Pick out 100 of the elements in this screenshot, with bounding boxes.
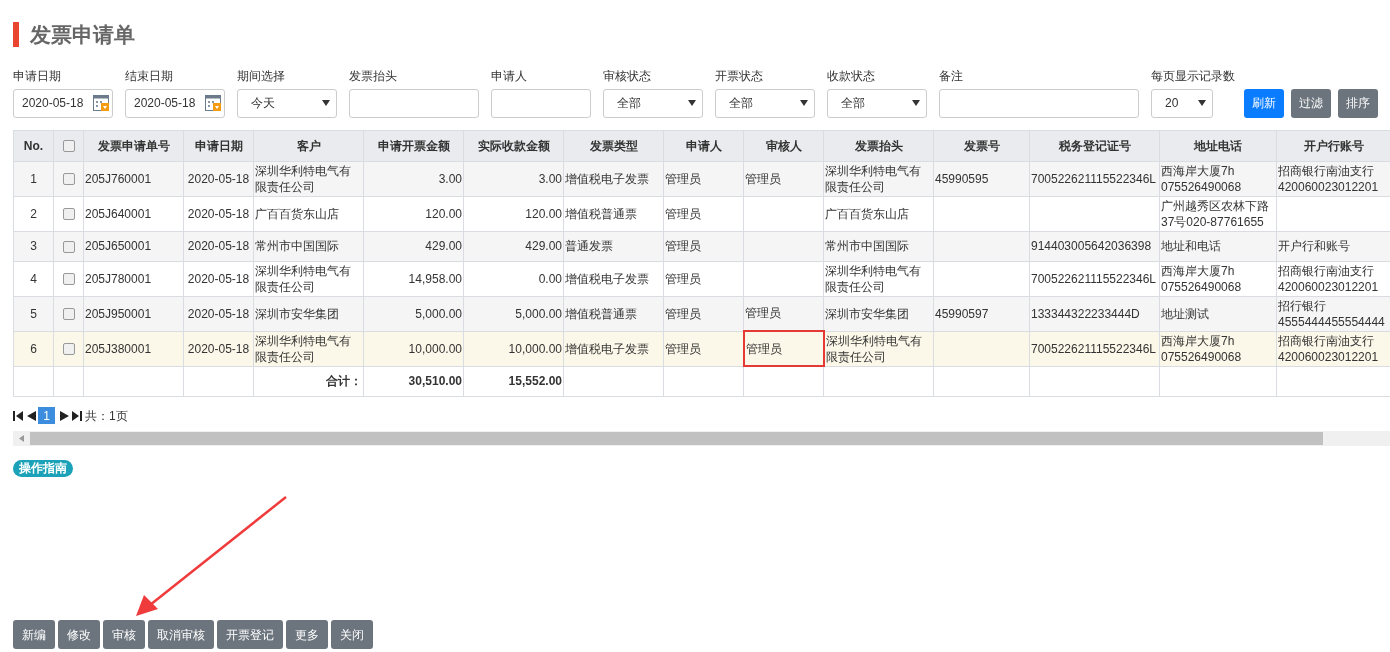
action-button[interactable]: 更多 [286,620,328,649]
table-cell: 10,000.00 [408,341,462,356]
table-cell: 深圳华利特电气有限责任公司 [825,163,921,194]
caret-icon [688,100,696,106]
column-header: 发票申请单号 [83,130,184,161]
input-field[interactable] [491,88,591,118]
page-summary: 共：1页 [85,407,128,425]
table-cell: 700522621115522346L [1031,271,1157,286]
table-cell: 管理员 [665,306,701,321]
action-button[interactable]: 新编 [13,620,55,649]
table-cell: 914403005642036398 [1031,239,1152,253]
table-cell: 增值税电子发票 [565,341,649,356]
title-accent-bar [13,22,19,48]
first-page-icon[interactable] [13,410,24,421]
calendar-icon [205,95,221,111]
action-button[interactable]: 开票登记 [217,620,283,649]
select-field[interactable]: 全部 [827,88,927,118]
scrollbar-thumb[interactable] [30,431,1323,445]
table-cell: 常州市中国国际 [825,239,909,253]
field-label: 审核状态 [603,68,652,83]
select-field[interactable]: 20 [1151,88,1213,118]
column-header: No. [13,130,54,161]
next-page-icon[interactable] [60,410,70,421]
checkbox[interactable] [62,140,75,153]
checkbox[interactable] [62,240,75,253]
table-cell: 45990597 [935,306,989,321]
scroll-left-icon[interactable] [19,434,24,442]
table-cell: 管理员 [665,271,701,286]
table-cell: 管理员 [665,341,701,356]
select-field[interactable]: 全部 [603,88,703,118]
table-cell: 700522621115522346L [1031,171,1157,186]
input-field[interactable] [349,88,479,118]
date-field[interactable]: 2020-05-18 [13,88,113,118]
table-cell: 招商银行南油支行420060023012201 [1278,163,1379,194]
action-button[interactable]: 取消审核 [148,620,214,649]
column-header: 申请日期 [183,130,254,161]
table-cell: 管理员 [665,171,701,186]
select-field[interactable]: 今天 [237,88,337,118]
column-header: 发票抬头 [823,130,934,161]
table-row[interactable]: 3 205J650001 2020-05-18 常州市中国国际 429.00 429.00 普通发票 管理员 常州市中国国际 914403005642036398 地址和电话 开户行和账号 [13,231,1390,261]
table-cell: 4 [30,271,37,286]
caret-icon [912,100,920,106]
checkbox[interactable] [62,208,75,221]
table-cell: 429.00 [525,239,562,253]
horizontal-scrollbar[interactable] [13,430,1390,446]
table-cell: 3 [30,239,37,253]
total-value: 30,510.00 [408,374,462,388]
table-cell: 1 [30,171,37,186]
table-cell: 普通发票 [565,239,613,253]
column-header: 税务登记证号 [1029,130,1160,161]
column-header: 开户行账号 [1276,130,1390,161]
table-cell: 管理员 [745,306,781,321]
table-cell: 增值税电子发票 [565,171,649,186]
column-header: 审核人 [743,130,824,161]
field-label: 申请人 [491,68,528,83]
action-button[interactable]: 修改 [58,620,100,649]
table-cell: 增值税普通票 [565,306,637,321]
previous-page-icon[interactable] [26,410,36,421]
checkbox[interactable] [62,308,75,321]
total-value: 15,552.00 [508,374,562,388]
table-cell: 管理员 [745,171,781,186]
table-cell: 常州市中国国际 [255,239,339,253]
field-label: 申请日期 [13,68,62,83]
action-button[interactable]: 审核 [103,620,145,649]
table-row[interactable]: 5 205J950001 2020-05-18 深圳市安华集团 5,000.00 5,000.00 增值税普通票 管理员 管理员 深圳市安华集团 45990597 133344322233444D 地址测试 招行银行4555444455554444 [13,296,1390,331]
checkbox[interactable] [62,343,75,356]
table-cell: 5,000.00 [515,306,562,321]
input-field[interactable] [939,88,1139,118]
field-label: 期间选择 [237,68,286,83]
table-cell: 管理员 [665,206,701,221]
table-cell: 广州越秀区农林下路37号020-87761655 [1161,198,1269,229]
filter-button[interactable]: 过滤 [1291,88,1331,118]
table-cell: 深圳华利特电气有限责任公司 [255,163,351,194]
table-cell: 西海岸大厦7h 075526490068 [1161,263,1242,294]
checkbox[interactable] [62,173,75,186]
date-field[interactable]: 2020-05-18 [125,88,225,118]
field-label: 收款状态 [827,68,876,83]
table-cell: 0.00 [538,271,562,286]
table-cell: 招行银行4555444455554444 [1278,298,1385,329]
table-cell: 3.00 [438,171,462,186]
field-label: 开票状态 [715,68,764,83]
table-cell: 205J760001 [85,171,152,186]
table-cell: 深圳市安华集团 [825,306,909,321]
table-cell: 45990595 [935,171,989,186]
table-cell: 地址测试 [1161,306,1209,321]
select-field[interactable]: 全部 [715,88,815,118]
checkbox[interactable] [62,273,75,286]
table-cell: 10,000.00 [508,341,562,356]
filter-button[interactable]: 刷新 [1244,88,1284,118]
caret-icon [322,100,330,106]
table-row[interactable]: 2 205J640001 2020-05-18 广百百货东山店 120.00 120.00 增值税普通票 管理员 广百百货东山店 广州越秀区农林下路37号020-87761655 [13,196,1390,231]
table-cell: 广百百货东山店 [825,206,909,221]
table-cell: 深圳市安华集团 [255,306,339,321]
table-cell: 管理员 [665,239,701,253]
table-cell: 700522621115522346L [1031,341,1157,356]
last-page-icon[interactable] [72,410,83,421]
column-header: 地址电话 [1159,130,1277,161]
action-button[interactable]: 关闭 [331,620,373,649]
filter-button[interactable]: 排序 [1338,88,1378,118]
table-cell: 广百百货东山店 [255,206,339,221]
